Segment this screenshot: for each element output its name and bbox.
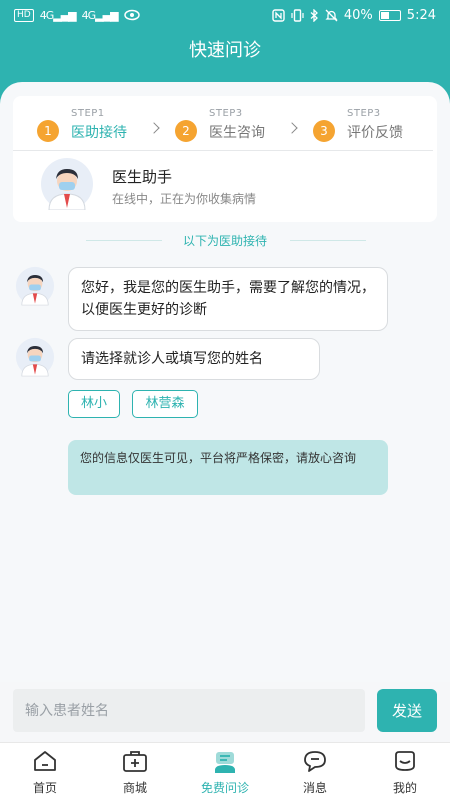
battery-icon [378,9,401,21]
assistant-status: 在线中，正在为你收集病情 [112,192,257,206]
chevron-right-icon [148,122,160,134]
step-number-badge: 3 [313,120,335,142]
tab-home[interactable]: 首页 [0,743,90,800]
page-title: 快速问诊 [189,40,261,61]
patient-option-button[interactable]: 林营森 [132,390,198,418]
assistant-name: 医生助手 [112,168,173,186]
step-progress: 1 STEP1 医助接待 2 STEP3 医生咨询 3 STEP3 评价反馈 [13,104,437,148]
status-left: HD 4G▂▄▆ 4G▂▄▆ [14,8,140,22]
step-label: 医生咨询 [209,125,265,141]
consult-icon [215,752,235,773]
signal-icon-2: 4G▂▄▆ [81,8,119,22]
chevron-right-icon [286,122,298,134]
step-tag: STEP3 [209,108,243,119]
consult-info-card: 1 STEP1 医助接待 2 STEP3 医生咨询 3 STEP3 评价反馈 医… [13,96,437,222]
tab-messages[interactable]: 消息 [270,743,360,800]
assistant-avatar-icon [15,266,55,306]
status-right: 40% 5:24 [272,8,436,23]
privacy-notice: 您的信息仅医生可见，平台将严格保密，请放心咨询 [68,440,388,495]
chat-message: 您好，我是您的医生助手，需要了解您的情况，以便医生更好的诊断 [68,267,388,331]
tab-label: 免费问诊 [200,781,249,795]
nfc-icon [272,8,285,22]
tab-profile[interactable]: 我的 [360,743,450,800]
separator-line-right [290,240,366,241]
step-number-badge: 2 [175,120,197,142]
bluetooth-icon [310,8,318,22]
clock: 5:24 [406,7,436,23]
patient-name-input[interactable] [13,689,365,732]
eye-icon [123,9,140,21]
hd-icon: HD [14,8,34,22]
tab-label: 消息 [302,781,327,795]
step-number-badge: 1 [37,120,59,142]
step-tag: STEP3 [347,108,381,119]
doctor-avatar-icon [41,158,93,210]
tab-label: 商城 [122,781,147,795]
patient-option-button[interactable]: 林小 [68,390,120,418]
tab-label: 首页 [32,781,57,795]
profile-icon [395,751,415,771]
home-icon [34,751,56,771]
step-label: 医助接待 [71,125,127,141]
status-bar: HD 4G▂▄▆ 4G▂▄▆ 40% 5:24 [0,0,450,30]
battery-percent: 40% [343,7,373,23]
step-label: 评价反馈 [347,125,403,141]
signal-icon-1: 4G▂▄▆ [39,8,77,22]
chat-message: 请选择就诊人或填写您的姓名 [68,338,320,380]
assistant-avatar-icon [15,337,55,377]
bottom-tab-bar: 首页 商城 免费问诊 消息 我的 [0,742,450,800]
divider [13,150,433,151]
tab-label: 我的 [392,781,417,795]
message-icon [304,751,326,772]
tab-free-consult[interactable]: 免费问诊 [180,743,270,800]
assistant-header: 医生助手 在线中，正在为你收集病情 [37,158,417,214]
network-type: 4G [39,8,54,22]
send-button[interactable]: 发送 [377,689,437,732]
step-tag: STEP1 [71,108,105,119]
network-type: 4G [81,8,96,22]
tab-mall[interactable]: 商城 [90,743,180,800]
mute-icon [325,9,338,21]
separator-text: 以下为医助接待 [182,234,267,248]
vibrate-icon [291,8,304,22]
medkit-icon [123,751,147,772]
